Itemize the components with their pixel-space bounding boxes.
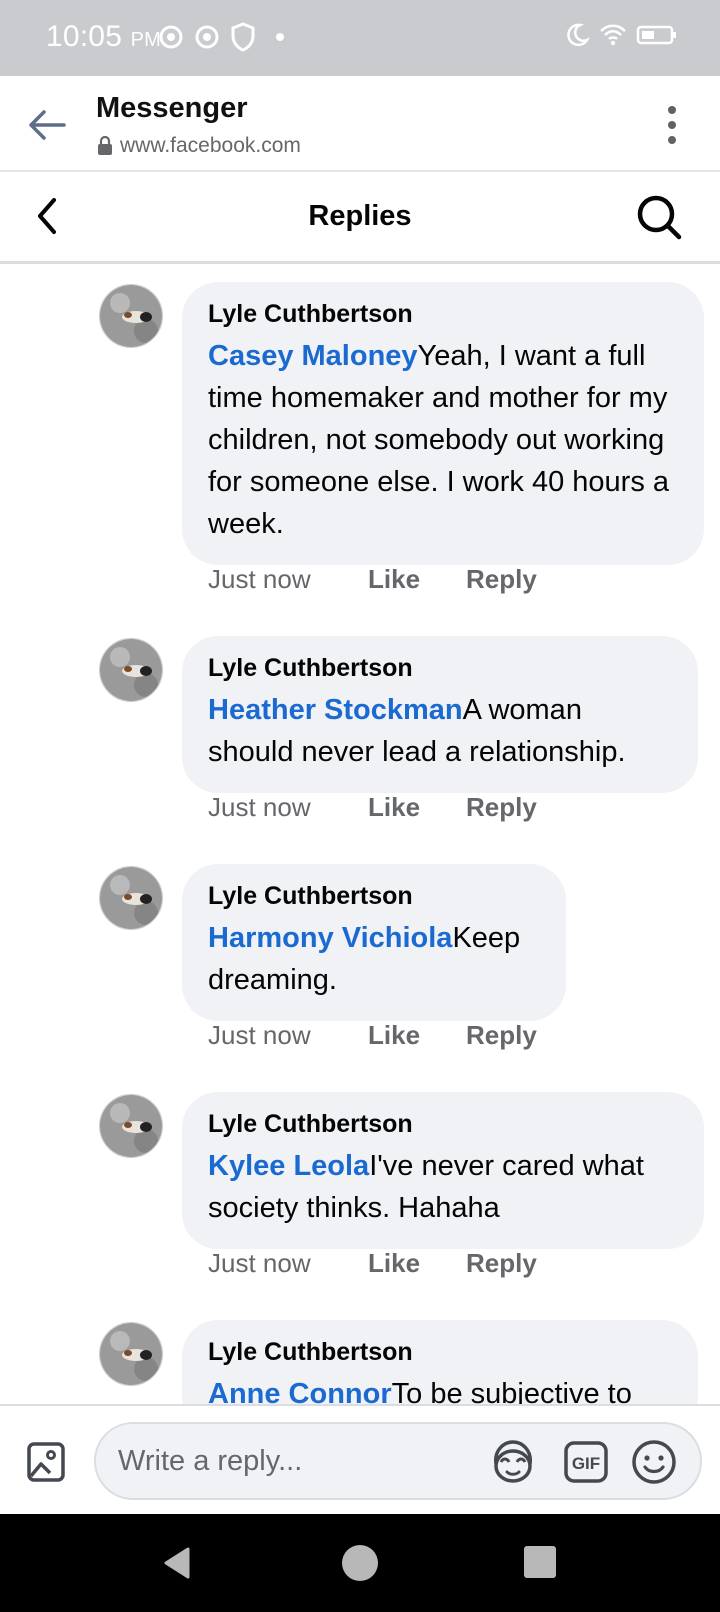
reply-input[interactable] <box>118 1424 458 1498</box>
comment-text: Anne ConnorTo be subjective to <box>208 1373 672 1404</box>
comment-text: Heather StockmanA woman should never lea… <box>208 689 672 773</box>
comment-bubble: Lyle Cuthbertson Heather StockmanA woman… <box>182 636 698 793</box>
comment-meta: Just now Like Reply <box>208 792 583 823</box>
gif-icon[interactable]: GIF <box>564 1440 608 1484</box>
comment-author[interactable]: Lyle Cuthbertson <box>208 654 672 683</box>
chrome-icon <box>195 25 219 49</box>
lock-icon <box>98 136 112 155</box>
reply-button[interactable]: Reply <box>466 792 537 823</box>
comment-bubble: Lyle Cuthbertson Kylee LeolaI've never c… <box>182 1092 704 1249</box>
comment-author[interactable]: Lyle Cuthbertson <box>208 300 678 329</box>
status-icons-right <box>564 22 678 48</box>
search-icon[interactable] <box>634 192 684 242</box>
replies-title: Replies <box>308 200 412 232</box>
more-vert-icon[interactable] <box>664 104 680 146</box>
photo-icon[interactable] <box>26 1440 66 1484</box>
moon-icon <box>567 23 590 47</box>
reply-composer: GIF <box>0 1404 720 1514</box>
reply-box[interactable]: GIF <box>94 1422 702 1500</box>
comment-time: Just now <box>208 792 311 822</box>
comment-bubble: Lyle Cuthbertson Anne ConnorTo be subjec… <box>182 1320 698 1404</box>
reply-button[interactable]: Reply <box>466 564 537 595</box>
comment-time: Just now <box>208 564 311 594</box>
chrome-icon <box>159 25 183 49</box>
like-button[interactable]: Like <box>368 1020 420 1051</box>
comment-bubble: Lyle Cuthbertson Harmony VichiolaKeep dr… <box>182 864 566 1021</box>
comment-meta: Just now Like Reply <box>208 1020 583 1051</box>
avatar[interactable] <box>99 1322 163 1386</box>
shield-icon <box>231 22 255 52</box>
emoji-icon[interactable] <box>630 1438 678 1486</box>
system-nav-bar <box>0 1514 720 1612</box>
comment-list[interactable]: Lyle Cuthbertson Casey MaloneyYeah, I wa… <box>0 268 720 1404</box>
comment-author[interactable]: Lyle Cuthbertson <box>208 882 540 911</box>
comment-meta: Just now Like Reply <box>208 1248 583 1279</box>
comment-bubble: Lyle Cuthbertson Casey MaloneyYeah, I wa… <box>182 282 704 565</box>
avatar[interactable] <box>99 638 163 702</box>
comment-text: Kylee LeolaI've never cared what society… <box>208 1145 678 1229</box>
nav-home-icon[interactable] <box>342 1545 378 1581</box>
mention-link[interactable]: Heather Stockman <box>208 694 463 726</box>
avatar[interactable] <box>99 284 163 348</box>
browser-header: Messenger www.facebook.com <box>0 76 720 172</box>
clock-ampm: PM <box>130 29 162 51</box>
url-text: www.facebook.com <box>120 134 301 157</box>
clock-time: 10:05 <box>46 20 123 53</box>
battery-icon <box>636 25 676 45</box>
mention-link[interactable]: Harmony Vichiola <box>208 922 452 954</box>
gif-label: GIF <box>572 1454 600 1473</box>
avatar[interactable] <box>99 866 163 930</box>
nav-recents-icon[interactable] <box>524 1546 556 1578</box>
mention-link[interactable]: Anne Connor <box>208 1378 392 1404</box>
dot-icon <box>276 33 284 41</box>
comment-author[interactable]: Lyle Cuthbertson <box>208 1338 672 1367</box>
status-icons-left <box>158 22 286 52</box>
comment-text: Harmony VichiolaKeep dreaming. <box>208 917 540 1001</box>
comment-time: Just now <box>208 1020 311 1050</box>
nav-back-icon[interactable] <box>162 1546 192 1580</box>
reply-button[interactable]: Reply <box>466 1248 537 1279</box>
url-bar[interactable]: www.facebook.com <box>96 134 301 158</box>
mention-link[interactable]: Casey Maloney <box>208 340 418 372</box>
like-button[interactable]: Like <box>368 792 420 823</box>
avatar[interactable] <box>99 1094 163 1158</box>
page-title: Messenger <box>96 92 248 124</box>
wifi-icon <box>600 24 626 46</box>
like-button[interactable]: Like <box>368 1248 420 1279</box>
avatar-sticker-icon[interactable] <box>488 1438 538 1486</box>
back-arrow-icon[interactable] <box>24 102 70 148</box>
comment-text: Casey MaloneyYeah, I want a full time ho… <box>208 335 678 545</box>
status-bar: 10:05 PM <box>0 0 720 76</box>
comment-time: Just now <box>208 1248 311 1278</box>
comment-author[interactable]: Lyle Cuthbertson <box>208 1110 678 1139</box>
mention-link[interactable]: Kylee Leola <box>208 1150 369 1182</box>
replies-header: Replies <box>0 174 720 264</box>
status-time: 10:05 PM <box>46 20 161 54</box>
like-button[interactable]: Like <box>368 564 420 595</box>
comment-meta: Just now Like Reply <box>208 564 583 595</box>
reply-button[interactable]: Reply <box>466 1020 537 1051</box>
comment-body: To be subjective to <box>391 1378 632 1404</box>
